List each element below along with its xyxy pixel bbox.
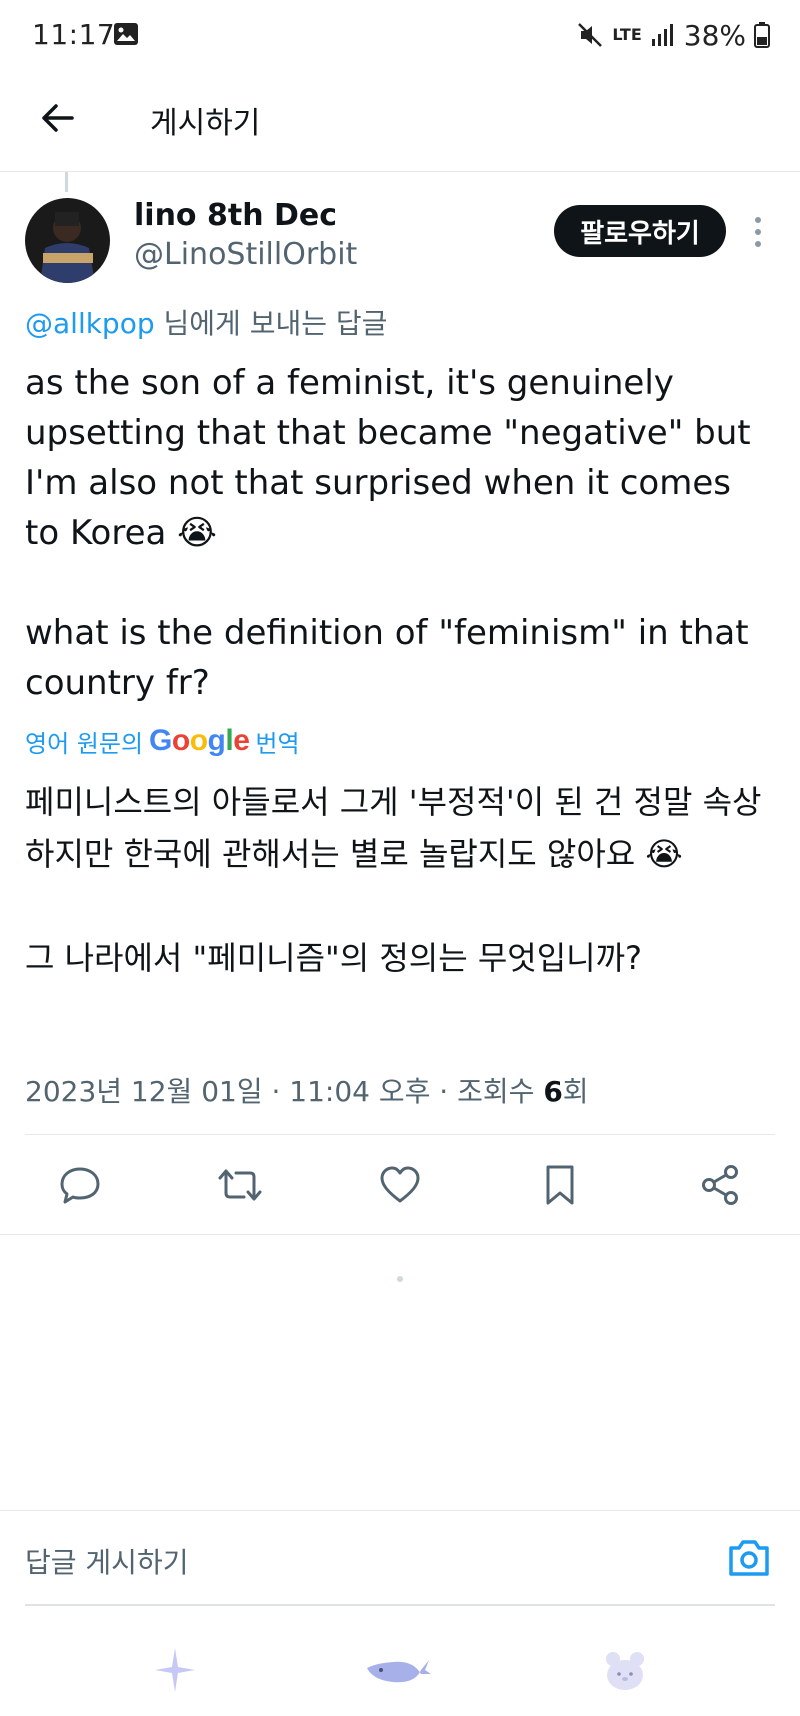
share-icon xyxy=(702,1165,738,1205)
nav-item-sparkle[interactable] xyxy=(140,1640,210,1700)
mute-icon xyxy=(578,23,603,47)
share-button[interactable] xyxy=(695,1160,745,1210)
translation-attribution[interactable]: 영어 원문의 Google 번역 xyxy=(25,724,300,758)
like-button[interactable] xyxy=(375,1160,425,1210)
translation-label-prefix: 영어 원문의 xyxy=(25,729,144,758)
google-letter: G xyxy=(149,724,172,757)
thread-line xyxy=(65,172,68,192)
like-icon xyxy=(380,1166,420,1203)
google-letter: o xyxy=(171,724,190,757)
views-count[interactable]: 6 xyxy=(543,1075,562,1108)
lte-icon: LTE xyxy=(612,25,642,44)
display-name[interactable]: lino 8th Dec xyxy=(134,198,337,233)
user-handle[interactable]: @LinoStillOrbit xyxy=(134,237,357,272)
reply-to-suffix: 님에게 보내는 답글 xyxy=(154,307,388,340)
retweet-icon xyxy=(218,1169,262,1201)
reply-icon xyxy=(60,1167,100,1204)
app-header: 게시하기 xyxy=(0,70,800,172)
bookmark-button[interactable] xyxy=(535,1160,585,1210)
loading-indicator xyxy=(397,1276,403,1282)
status-icons: LTE 38% xyxy=(576,18,770,52)
tweet-meta: 2023년 12월 01일 · 11:04 오후 · 조회수 6회 xyxy=(25,1070,589,1110)
camera-icon[interactable] xyxy=(726,1535,772,1581)
more-options-icon[interactable] xyxy=(748,214,768,250)
follow-button[interactable]: 팔로우하기 xyxy=(554,205,726,257)
divider xyxy=(0,1234,800,1235)
action-bar xyxy=(0,1150,800,1220)
arrow-left-icon[interactable] xyxy=(36,96,80,140)
sparkle-icon xyxy=(155,1648,195,1692)
google-letter: o xyxy=(189,724,208,757)
retweet-button[interactable] xyxy=(215,1160,265,1210)
bear-icon xyxy=(606,1652,644,1690)
reply-input[interactable]: 답글 게시하기 xyxy=(25,1541,188,1581)
status-time: 11:17 xyxy=(32,18,116,51)
bookmark-icon xyxy=(546,1165,574,1205)
google-letter: e xyxy=(233,724,250,757)
battery-percent: 38% xyxy=(683,18,746,52)
battery-icon xyxy=(754,22,770,48)
translated-text: 페미니스트의 아들로서 그게 '부정적'이 된 건 정말 속상하지만 한국에 관… xyxy=(25,783,762,977)
signal-icon xyxy=(651,24,673,46)
reply-button[interactable] xyxy=(55,1160,105,1210)
page-title: 게시하기 xyxy=(150,106,261,141)
avatar-image xyxy=(25,198,110,283)
views-suffix: 회 xyxy=(562,1075,589,1108)
nav-item-bear[interactable] xyxy=(590,1640,660,1700)
status-bar: 11:17 LTE 38% xyxy=(0,0,800,70)
nav-item-whale[interactable] xyxy=(363,1640,433,1700)
avatar[interactable] xyxy=(25,198,110,283)
google-logo: Google xyxy=(149,724,250,758)
bottom-nav xyxy=(0,1616,800,1716)
divider xyxy=(25,1604,775,1606)
divider xyxy=(25,1134,775,1135)
translation-label-suffix: 번역 xyxy=(255,729,300,758)
google-letter: g xyxy=(207,724,226,757)
reply-composer[interactable]: 답글 게시하기 xyxy=(0,1510,800,1604)
reply-to-mention[interactable]: @allkpop xyxy=(25,307,155,340)
reply-to-line: @allkpop 님에게 보내는 답글 xyxy=(25,302,387,342)
image-icon xyxy=(114,23,138,45)
timestamp: 2023년 12월 01일 · 11:04 오후 · 조회수 xyxy=(25,1075,535,1108)
whale-icon xyxy=(367,1660,431,1683)
tweet-text: as the son of a feminist, it's genuinely… xyxy=(25,363,751,703)
